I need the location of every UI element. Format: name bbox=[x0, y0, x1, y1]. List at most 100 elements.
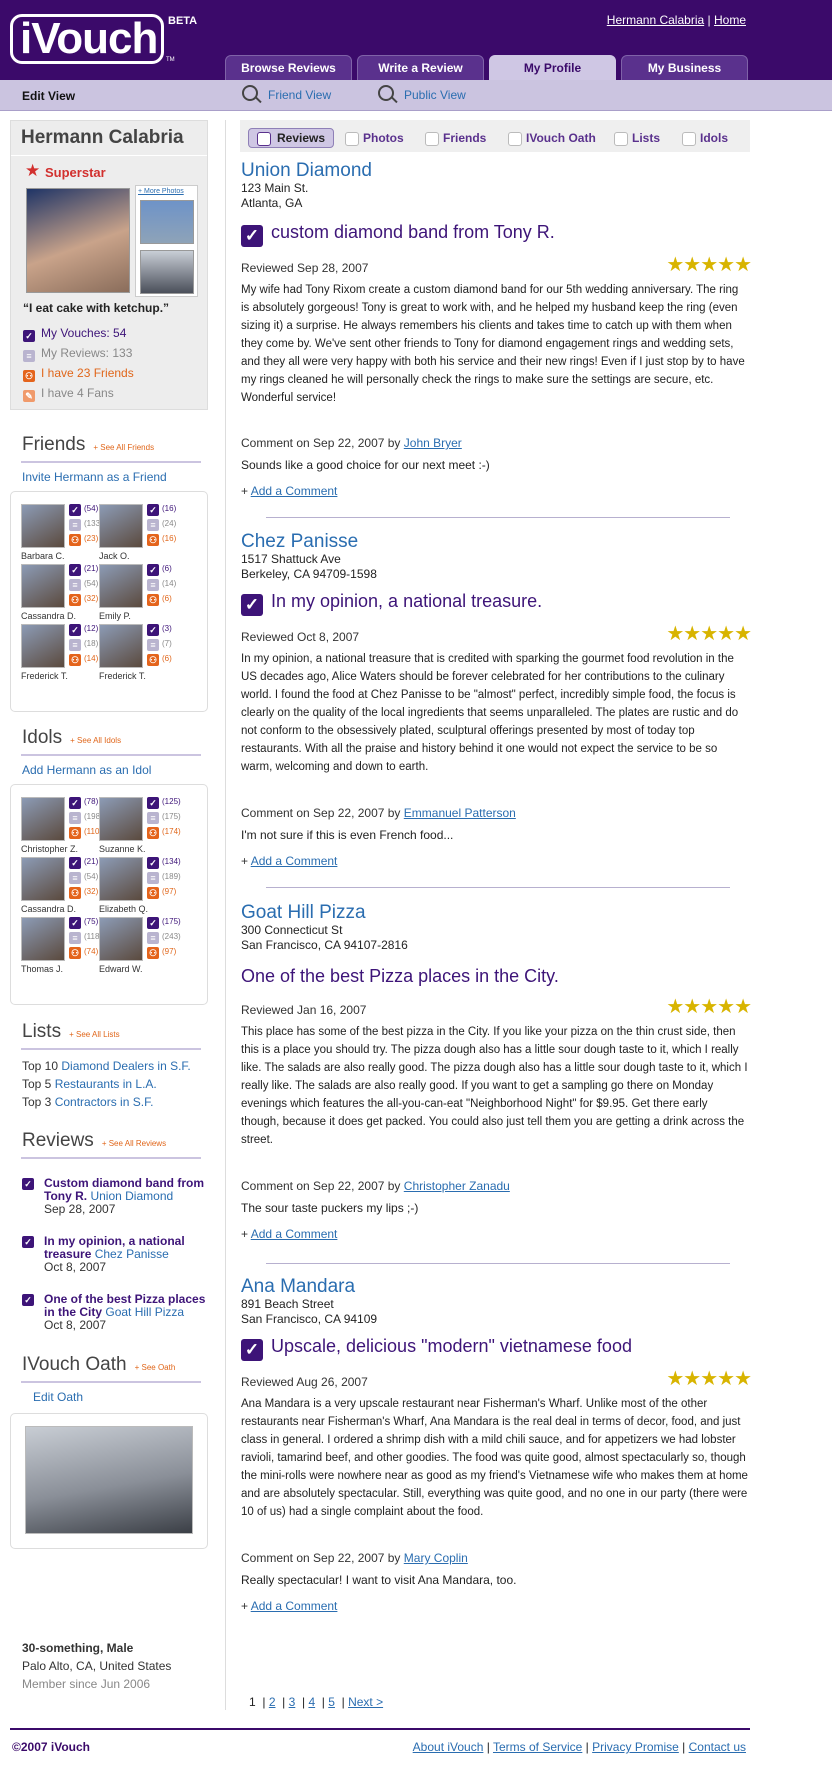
person-name[interactable]: Edward W. bbox=[99, 964, 143, 974]
avatar[interactable] bbox=[99, 857, 143, 901]
logo-text: iVouch bbox=[20, 14, 158, 63]
tab-idols[interactable]: Idols bbox=[682, 128, 728, 148]
friend-card[interactable]: Barbara C. ✓ (54) ≡ (133) ⚇ (23) bbox=[21, 504, 109, 564]
avatar[interactable] bbox=[99, 917, 143, 961]
list-link[interactable]: Restaurants in L.A. bbox=[55, 1077, 157, 1091]
friends-stat[interactable]: ⚇ I have 23 Friends bbox=[23, 366, 134, 382]
avatar[interactable] bbox=[99, 624, 143, 668]
friend-card[interactable]: Emily P. ✓ (6) ≡ (14) ⚇ (6) bbox=[99, 564, 187, 624]
person-name[interactable]: Thomas J. bbox=[21, 964, 63, 974]
see-all-friends-link[interactable]: See All Friends bbox=[93, 443, 154, 452]
comment-author-link[interactable]: Christopher Zanadu bbox=[404, 1179, 510, 1193]
more-photos-link[interactable]: + More Photos bbox=[138, 188, 184, 195]
avatar[interactable] bbox=[21, 564, 65, 608]
add-comment-link[interactable]: Add a Comment bbox=[251, 484, 338, 498]
page-link[interactable]: 2 bbox=[269, 1695, 276, 1709]
idol-card[interactable]: Thomas J. ✓ (75) ≡ (118) ⚇ (74) bbox=[21, 917, 109, 977]
user-profile-link[interactable]: Hermann Calabria bbox=[607, 13, 704, 27]
tab-ivouch-oath[interactable]: IVouch Oath bbox=[508, 128, 596, 148]
home-link[interactable]: Home bbox=[714, 13, 746, 27]
photo-thumbnail[interactable] bbox=[140, 200, 194, 244]
person-name[interactable]: Frederick T. bbox=[21, 671, 68, 681]
see-all-lists-link[interactable]: See All Lists bbox=[69, 1030, 119, 1039]
friend-card[interactable]: Jack O. ✓ (16) ≡ (24) ⚇ (16) bbox=[99, 504, 187, 564]
see-all-reviews-link[interactable]: See All Reviews bbox=[102, 1139, 166, 1148]
about-link[interactable]: About iVouch bbox=[413, 1740, 484, 1754]
person-name[interactable]: Elizabeth Q. bbox=[99, 904, 148, 914]
photo-thumbnail[interactable] bbox=[140, 250, 194, 294]
idol-card[interactable]: Christopher Z. ✓ (78) ≡ (198) ⚇ (110) bbox=[21, 797, 109, 857]
idol-card[interactable]: Cassandra D. ✓ (21) ≡ (54) ⚇ (32) bbox=[21, 857, 109, 917]
see-oath-link[interactable]: See Oath bbox=[135, 1363, 176, 1372]
page-link[interactable]: 5 bbox=[328, 1695, 335, 1709]
person-name[interactable]: Frederick T. bbox=[99, 671, 146, 681]
business-name-link[interactable]: Ana Mandara bbox=[241, 1276, 355, 1298]
tab-friends[interactable]: Friends bbox=[425, 128, 486, 148]
avatar[interactable] bbox=[21, 624, 65, 668]
avatar[interactable] bbox=[21, 797, 65, 841]
add-comment-link[interactable]: Add a Comment bbox=[251, 1599, 338, 1613]
comment-author-link[interactable]: Mary Coplin bbox=[404, 1551, 468, 1565]
friend-card[interactable]: Frederick T. ✓ (12) ≡ (18) ⚇ (14) bbox=[21, 624, 109, 684]
ivouch-logo[interactable]: iVouch bbox=[10, 14, 164, 64]
tab-write-review[interactable]: Write a Review bbox=[357, 55, 484, 81]
business-name-link[interactable]: Union Diamond bbox=[241, 160, 372, 182]
friend-card[interactable]: Frederick T. ✓ (3) ≡ (7) ⚇ (6) bbox=[99, 624, 187, 684]
review-body: In my opinion, a national treasure that … bbox=[241, 653, 739, 773]
invite-friend-link[interactable]: Invite Hermann as a Friend bbox=[22, 470, 167, 484]
public-view-link[interactable]: Public View bbox=[404, 88, 466, 102]
bio-location: Palo Alto, CA, United States bbox=[22, 1659, 172, 1673]
reviews-stat[interactable]: ≡ My Reviews: 133 bbox=[23, 346, 132, 362]
list-link[interactable]: Diamond Dealers in S.F. bbox=[61, 1059, 190, 1073]
oath-photo[interactable] bbox=[25, 1426, 193, 1534]
add-idol-link[interactable]: Add Hermann as an Idol bbox=[22, 763, 151, 777]
person-name[interactable]: Jack O. bbox=[99, 551, 130, 561]
side-review-business[interactable]: Goat Hill Pizza bbox=[105, 1305, 184, 1319]
contact-link[interactable]: Contact us bbox=[689, 1740, 746, 1754]
business-name-link[interactable]: Goat Hill Pizza bbox=[241, 902, 366, 924]
side-review-business[interactable]: Union Diamond bbox=[90, 1189, 173, 1203]
vouches-stat[interactable]: ✓ My Vouches: 54 bbox=[23, 326, 126, 342]
idol-card[interactable]: Edward W. ✓ (175) ≡ (243) ⚇ (97) bbox=[99, 917, 187, 977]
person-name[interactable]: Barbara C. bbox=[21, 551, 65, 561]
idol-card[interactable]: Elizabeth Q. ✓ (134) ≡ (189) ⚇ (97) bbox=[99, 857, 187, 917]
fans-stat[interactable]: ✎ I have 4 Fans bbox=[23, 386, 114, 402]
avatar[interactable] bbox=[99, 504, 143, 548]
terms-link[interactable]: Terms of Service bbox=[493, 1740, 582, 1754]
person-name[interactable]: Cassandra D. bbox=[21, 904, 76, 914]
add-comment-link[interactable]: Add a Comment bbox=[251, 854, 338, 868]
avatar[interactable] bbox=[99, 797, 143, 841]
tab-photos[interactable]: Photos bbox=[345, 128, 404, 148]
edit-oath-link[interactable]: Edit Oath bbox=[33, 1390, 83, 1404]
list-link[interactable]: Contractors in S.F. bbox=[55, 1095, 154, 1109]
list-prefix: Top 10 bbox=[22, 1059, 59, 1073]
next-page-link[interactable]: Next > bbox=[348, 1695, 383, 1709]
avatar[interactable] bbox=[21, 857, 65, 901]
person-name[interactable]: Emily P. bbox=[99, 611, 131, 621]
business-name-link[interactable]: Chez Panisse bbox=[241, 531, 358, 553]
friend-card[interactable]: Cassandra D. ✓ (21) ≡ (54) ⚇ (32) bbox=[21, 564, 109, 624]
page-link[interactable]: 3 bbox=[289, 1695, 296, 1709]
tab-reviews[interactable]: Reviews bbox=[248, 128, 335, 148]
tab-my-business[interactable]: My Business bbox=[621, 55, 748, 81]
edit-view-label: Edit View bbox=[22, 89, 76, 103]
comment-author-link[interactable]: John Bryer bbox=[404, 436, 462, 450]
person-name[interactable]: Suzanne K. bbox=[99, 844, 146, 854]
profile-photo[interactable] bbox=[26, 188, 130, 293]
privacy-link[interactable]: Privacy Promise bbox=[592, 1740, 679, 1754]
person-name[interactable]: Cassandra D. bbox=[21, 611, 76, 621]
avatar[interactable] bbox=[21, 504, 65, 548]
tab-my-profile[interactable]: My Profile bbox=[489, 55, 616, 81]
tab-browse-reviews[interactable]: Browse Reviews bbox=[225, 55, 352, 81]
side-review-business[interactable]: Chez Panisse bbox=[95, 1247, 169, 1261]
friend-view-link[interactable]: Friend View bbox=[268, 88, 331, 102]
avatar[interactable] bbox=[99, 564, 143, 608]
page-link[interactable]: 4 bbox=[308, 1695, 315, 1709]
avatar[interactable] bbox=[21, 917, 65, 961]
see-all-idols-link[interactable]: See All Idols bbox=[70, 736, 121, 745]
person-name[interactable]: Christopher Z. bbox=[21, 844, 78, 854]
tab-lists[interactable]: Lists bbox=[614, 128, 660, 148]
comment-author-link[interactable]: Emmanuel Patterson bbox=[404, 806, 516, 820]
idol-card[interactable]: Suzanne K. ✓ (125) ≡ (175) ⚇ (174) bbox=[99, 797, 187, 857]
add-comment-link[interactable]: Add a Comment bbox=[251, 1227, 338, 1241]
